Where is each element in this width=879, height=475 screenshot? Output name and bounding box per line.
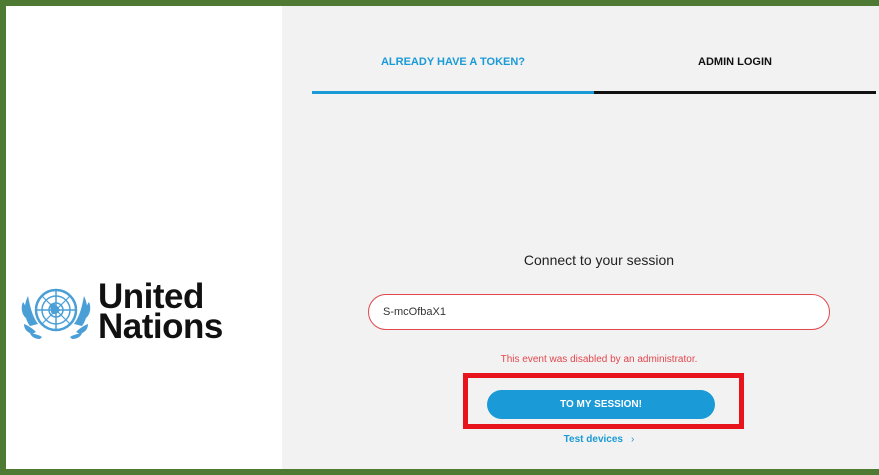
window-frame: United Nations ALREADY HAVE A TOKEN? ADM… <box>0 0 879 475</box>
connect-title: Connect to your session <box>523 252 675 268</box>
un-emblem-icon <box>21 288 91 339</box>
to-my-session-button[interactable]: TO MY SESSION! <box>487 390 715 419</box>
tab-admin-login-label: ADMIN LOGIN <box>698 56 772 68</box>
test-devices-label: Test devices <box>563 434 623 445</box>
un-wordmark: United Nations <box>98 279 223 346</box>
un-logo: United Nations <box>20 276 223 348</box>
test-devices-link[interactable]: Test devices › <box>368 434 830 445</box>
branding-panel: United Nations <box>6 6 282 469</box>
login-tabs: ALREADY HAVE A TOKEN? ADMIN LOGIN <box>312 52 876 94</box>
error-message: This event was disabled by an administra… <box>500 354 698 365</box>
login-panel: ALREADY HAVE A TOKEN? ADMIN LOGIN Connec… <box>282 6 879 469</box>
tab-admin-login[interactable]: ADMIN LOGIN <box>594 52 876 94</box>
session-token-input[interactable] <box>368 294 830 330</box>
tab-token-underline <box>312 91 594 94</box>
tab-admin-login-underline <box>594 91 876 94</box>
un-wordmark-line2: Nations <box>98 307 223 346</box>
chevron-right-icon: › <box>630 434 635 445</box>
tab-token-label: ALREADY HAVE A TOKEN? <box>380 56 526 68</box>
tab-token[interactable]: ALREADY HAVE A TOKEN? <box>312 52 594 94</box>
